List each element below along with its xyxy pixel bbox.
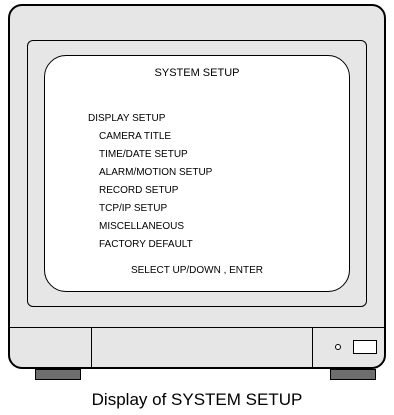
menu-item-time-date-setup[interactable]: TIME/DATE SETUP <box>99 149 188 161</box>
osd-title: SYSTEM SETUP <box>154 67 240 79</box>
figure-caption: Display of SYSTEM SETUP <box>91 390 303 409</box>
monitor-control-panel <box>10 327 384 367</box>
menu-item-display-setup[interactable]: DISPLAY SETUP <box>88 113 165 125</box>
menu-item-factory-default[interactable]: FACTORY DEFAULT <box>99 239 193 251</box>
menu-item-record-setup[interactable]: RECORD SETUP <box>99 185 178 197</box>
menu-item-camera-title[interactable]: CAMERA TITLE <box>99 131 171 143</box>
osd-navigation-hint: SELECT UP/DOWN , ENTER <box>130 265 264 276</box>
control-panel-divider-right <box>312 327 313 367</box>
menu-item-miscellaneous[interactable]: MISCELLANEOUS <box>99 221 184 233</box>
power-button-icon[interactable] <box>353 340 377 354</box>
left-foot <box>35 369 81 380</box>
control-panel-divider-left <box>91 327 92 367</box>
right-foot <box>330 369 376 380</box>
power-led-icon <box>335 344 341 350</box>
menu-item-alarm-motion-setup[interactable]: ALARM/MOTION SETUP <box>99 167 212 179</box>
menu-item-tcp-ip-setup[interactable]: TCP/IP SETUP <box>99 203 167 215</box>
